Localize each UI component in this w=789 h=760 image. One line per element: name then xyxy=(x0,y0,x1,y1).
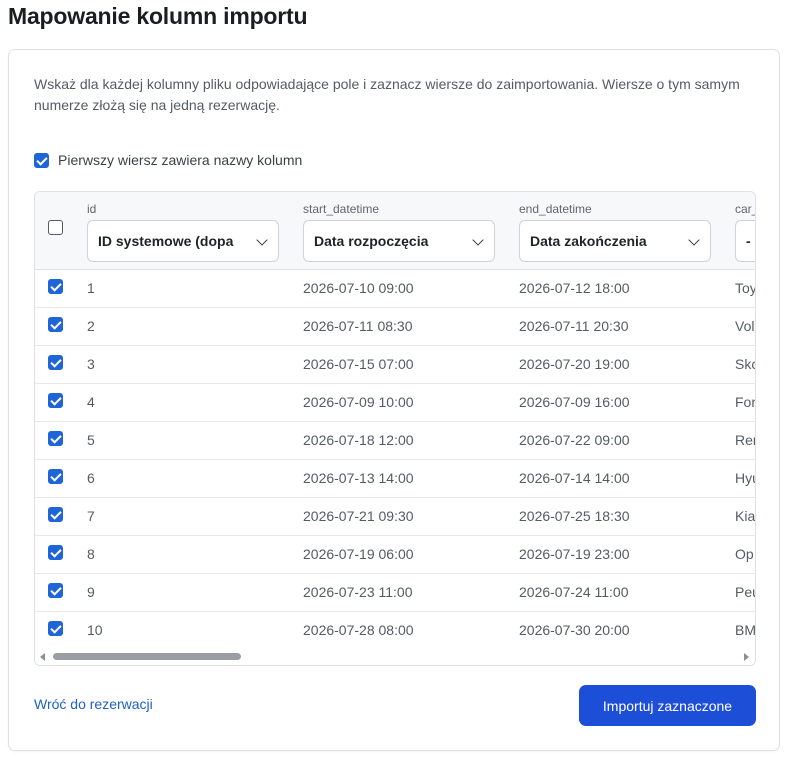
table-row: 10 2026-07-28 08:00 2026-07-30 20:00 BM xyxy=(35,612,756,650)
cell-id: 5 xyxy=(87,432,95,448)
cell-start-datetime: 2026-07-28 08:00 xyxy=(303,622,414,638)
row-checkbox[interactable] xyxy=(48,469,63,484)
cell-car: Toy xyxy=(735,280,756,296)
cell-id: 7 xyxy=(87,508,95,524)
column-mapping-value: Data rozpoczęcia xyxy=(314,233,429,249)
cell-end-datetime: 2026-07-30 20:00 xyxy=(519,622,630,638)
cell-id: 8 xyxy=(87,546,95,562)
table-row: 9 2026-07-23 11:00 2026-07-24 11:00 Peu xyxy=(35,574,755,612)
back-to-reservations-link[interactable]: Wróć do rezerwacji xyxy=(34,696,153,712)
page-title: Mapowanie kolumn importu xyxy=(8,3,308,29)
header-row-label: Pierwszy wiersz zawiera nazwy kolumn xyxy=(58,152,303,168)
cell-end-datetime: 2026-07-14 14:00 xyxy=(519,470,630,486)
cell-start-datetime: 2026-07-10 09:00 xyxy=(303,280,414,296)
column-name-id: id xyxy=(87,202,97,216)
mapping-table: id ID systemowe (dopa start_datetime Dat… xyxy=(34,191,756,666)
cell-car: Skc xyxy=(735,356,755,372)
cell-car: Op xyxy=(735,546,754,562)
cell-end-datetime: 2026-07-25 18:30 xyxy=(519,508,630,524)
cell-car: BM xyxy=(735,622,756,638)
import-mapping-card: Wskaż dla każdej kolumny pliku odpowiada… xyxy=(8,49,780,751)
table-row: 8 2026-07-19 06:00 2026-07-19 23:00 Op xyxy=(35,536,755,574)
column-name-start-datetime: start_datetime xyxy=(303,202,380,216)
cell-car: Vol xyxy=(735,318,755,334)
column-name-end-datetime: end_datetime xyxy=(519,202,592,216)
row-checkbox[interactable] xyxy=(48,355,63,370)
cell-car: For xyxy=(735,394,756,410)
table-row: 7 2026-07-21 09:30 2026-07-25 18:30 Kia xyxy=(35,498,756,536)
row-checkbox[interactable] xyxy=(48,393,63,408)
cell-end-datetime: 2026-07-24 11:00 xyxy=(519,584,629,600)
cell-end-datetime: 2026-07-12 18:00 xyxy=(519,280,630,296)
cell-id: 2 xyxy=(87,318,95,334)
cell-start-datetime: 2026-07-21 09:30 xyxy=(303,508,414,524)
scroll-left-arrow-icon[interactable] xyxy=(40,653,45,661)
column-mapping-select-id[interactable]: ID systemowe (dopa xyxy=(87,220,279,262)
cell-start-datetime: 2026-07-15 07:00 xyxy=(303,356,414,372)
row-checkbox[interactable] xyxy=(48,431,63,446)
scrollbar-thumb[interactable] xyxy=(53,653,241,660)
row-checkbox[interactable] xyxy=(48,583,63,598)
intro-text: Wskaż dla każdej kolumny pliku odpowiada… xyxy=(34,76,740,113)
row-checkbox[interactable] xyxy=(48,507,63,522)
cell-start-datetime: 2026-07-19 06:00 xyxy=(303,546,414,562)
table-header: id ID systemowe (dopa start_datetime Dat… xyxy=(35,192,755,270)
chevron-down-icon xyxy=(688,234,700,246)
cell-id: 4 xyxy=(87,394,95,410)
cell-id: 6 xyxy=(87,470,95,486)
cell-car: Peu xyxy=(735,584,755,600)
select-all-checkbox[interactable] xyxy=(48,220,63,235)
cell-id: 9 xyxy=(87,584,95,600)
column-mapping-value: - xyxy=(746,233,751,249)
cell-end-datetime: 2026-07-09 16:00 xyxy=(519,394,630,410)
row-checkbox[interactable] xyxy=(48,545,63,560)
column-mapping-value: ID systemowe (dopa xyxy=(98,233,234,249)
horizontal-scrollbar[interactable] xyxy=(35,647,755,665)
cell-end-datetime: 2026-07-20 19:00 xyxy=(519,356,630,372)
header-row-toggle[interactable]: Pierwszy wiersz zawiera nazwy kolumn xyxy=(34,152,302,168)
cell-start-datetime: 2026-07-13 14:00 xyxy=(303,470,414,486)
table-row: 4 2026-07-09 10:00 2026-07-09 16:00 For xyxy=(35,384,756,422)
table-row: 2 2026-07-11 08:30 2026-07-11 20:30 Vol xyxy=(35,308,755,346)
cell-end-datetime: 2026-07-11 20:30 xyxy=(519,318,629,334)
scroll-right-arrow-icon[interactable] xyxy=(744,653,749,661)
row-checkbox[interactable] xyxy=(48,621,63,636)
cell-car: Rer xyxy=(735,432,756,448)
table-row: 3 2026-07-15 07:00 2026-07-20 19:00 Skc xyxy=(35,346,755,384)
cell-end-datetime: 2026-07-19 23:00 xyxy=(519,546,630,562)
cell-id: 1 xyxy=(87,280,95,296)
row-checkbox[interactable] xyxy=(48,317,63,332)
column-mapping-select-car[interactable]: - xyxy=(735,220,755,262)
row-checkbox[interactable] xyxy=(48,279,63,294)
table-row: 5 2026-07-18 12:00 2026-07-22 09:00 Rer xyxy=(35,422,756,460)
header-row-checkbox[interactable] xyxy=(34,152,49,168)
cell-start-datetime: 2026-07-09 10:00 xyxy=(303,394,414,410)
cell-id: 3 xyxy=(87,356,95,372)
cell-start-datetime: 2026-07-18 12:00 xyxy=(303,432,414,448)
column-mapping-select-start[interactable]: Data rozpoczęcia xyxy=(303,220,495,262)
chevron-down-icon xyxy=(256,234,268,246)
column-name-car: car_ xyxy=(735,202,755,216)
table-row: 1 2026-07-10 09:00 2026-07-12 18:00 Toy xyxy=(35,270,756,308)
column-mapping-value: Data zakończenia xyxy=(530,233,647,249)
import-selected-button[interactable]: Importuj zaznaczone xyxy=(579,685,756,726)
chevron-down-icon xyxy=(472,234,484,246)
cell-start-datetime: 2026-07-23 11:00 xyxy=(303,584,413,600)
cell-start-datetime: 2026-07-11 08:30 xyxy=(303,318,413,334)
table-row: 6 2026-07-13 14:00 2026-07-14 14:00 Hyu xyxy=(35,460,755,498)
cell-car: Kia xyxy=(735,508,756,524)
cell-car: Hyu xyxy=(735,470,755,486)
cell-end-datetime: 2026-07-22 09:00 xyxy=(519,432,630,448)
column-mapping-select-end[interactable]: Data zakończenia xyxy=(519,220,711,262)
cell-id: 10 xyxy=(87,622,103,638)
